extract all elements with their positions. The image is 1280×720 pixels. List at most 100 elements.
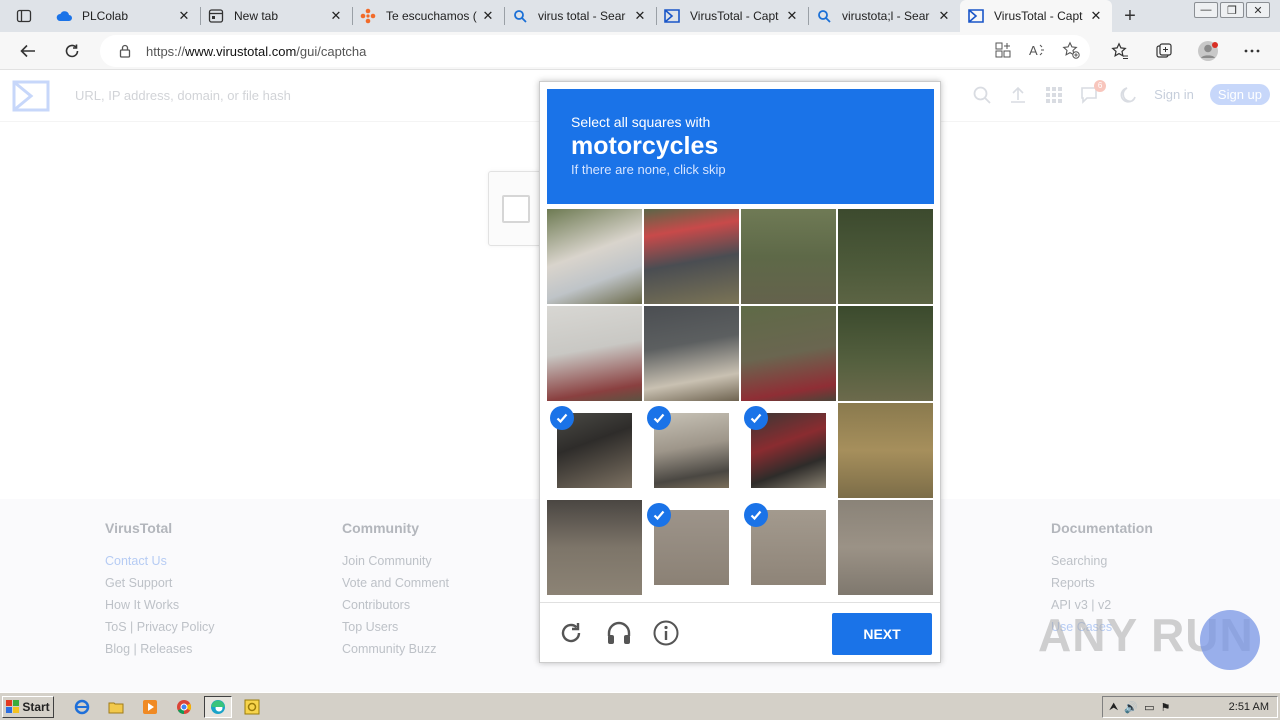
close-tab-icon[interactable]: ✕ [784, 8, 800, 24]
reload-icon [65, 44, 79, 57]
footer-column-community: Community Join Community Vote and Commen… [342, 520, 449, 660]
explorer-folder-icon[interactable] [102, 696, 130, 718]
network-icon[interactable]: ▭ [1144, 701, 1154, 714]
captcha-tile[interactable] [838, 209, 933, 304]
settings-more-button[interactable] [1230, 32, 1274, 70]
start-label: Start [22, 699, 50, 714]
favorites-button[interactable] [1098, 32, 1142, 70]
browser-tab[interactable]: Te escuchamos (✕ [352, 0, 504, 32]
footer-link-contact[interactable]: Contact Us [105, 550, 215, 572]
dark-mode-icon[interactable] [1118, 85, 1138, 105]
footer-link-blog[interactable]: Blog | Releases [105, 638, 215, 660]
audio-challenge-icon[interactable] [605, 619, 633, 647]
captcha-header: Select all squares with motorcycles If t… [547, 89, 934, 204]
window-controls: — ❐ ✕ [1192, 2, 1270, 18]
tray-expand-icon[interactable]: ⮝ [1109, 701, 1118, 714]
captcha-tile[interactable] [741, 306, 836, 401]
back-arrow-icon [20, 44, 35, 57]
quick-launch [68, 695, 266, 718]
browser-tab[interactable]: VirusTotal - Capt ✕ [960, 0, 1112, 32]
reload-button[interactable] [50, 32, 94, 70]
search-icon [512, 8, 528, 24]
captcha-tile[interactable] [644, 403, 739, 498]
collections-button[interactable] [1142, 32, 1186, 70]
footer-link-tos[interactable]: ToS | Privacy Policy [105, 616, 215, 638]
read-aloud-icon[interactable]: A [1028, 41, 1046, 59]
close-tab-icon[interactable]: ✕ [632, 8, 648, 24]
search-icon[interactable] [972, 85, 992, 105]
browser-tab[interactable]: New tab ✕ [200, 0, 352, 32]
captcha-tile[interactable] [644, 306, 739, 401]
virustotal-icon [968, 8, 984, 24]
search-icon [816, 8, 832, 24]
captcha-tile-image [838, 500, 933, 595]
app-available-icon[interactable] [994, 41, 1012, 59]
close-tab-icon[interactable]: ✕ [176, 8, 192, 24]
captcha-tile[interactable] [644, 500, 739, 595]
footer-link-buzz[interactable]: Community Buzz [342, 638, 449, 660]
recaptcha-checkbox[interactable] [502, 195, 530, 223]
sticky-app-icon[interactable] [238, 696, 266, 718]
vt-search-input[interactable]: URL, IP address, domain, or file hash [75, 88, 291, 103]
footer-link-searching[interactable]: Searching [1051, 550, 1153, 572]
upload-icon[interactable] [1008, 85, 1028, 105]
signin-link[interactable]: Sign in [1154, 87, 1194, 102]
captcha-tile[interactable] [741, 403, 836, 498]
info-icon[interactable] [652, 619, 680, 647]
footer-link-how-it-works[interactable]: How It Works [105, 594, 215, 616]
windows-logo-icon [6, 699, 20, 713]
close-tab-icon[interactable]: ✕ [1088, 8, 1104, 24]
signup-button[interactable]: Sign up [1209, 84, 1270, 105]
captcha-tile[interactable] [838, 403, 933, 498]
back-button[interactable] [6, 32, 50, 70]
virustotal-icon [664, 8, 680, 24]
captcha-tile[interactable] [838, 500, 933, 595]
captcha-tile[interactable] [547, 403, 642, 498]
footer-link-contributors[interactable]: Contributors [342, 594, 449, 616]
captcha-hint: If there are none, click skip [571, 162, 726, 177]
add-favorite-icon[interactable] [1062, 41, 1080, 59]
footer-link-reports[interactable]: Reports [1051, 572, 1153, 594]
browser-tab[interactable]: virustota;l - Sear ✕ [808, 0, 960, 32]
footer-link-support[interactable]: Get Support [105, 572, 215, 594]
apps-grid-icon[interactable] [1044, 85, 1064, 105]
tab-strip: PLColab ✕ New tab ✕ Te escuchamos (✕ virus to… [0, 0, 1280, 32]
edge-icon[interactable] [204, 695, 232, 718]
chrome-icon[interactable] [170, 696, 198, 718]
reload-challenge-icon[interactable] [557, 619, 585, 647]
captcha-tile[interactable] [547, 306, 642, 401]
profile-avatar-icon [1198, 41, 1218, 61]
close-tab-icon[interactable]: ✕ [480, 8, 496, 24]
close-window-button[interactable]: ✕ [1246, 2, 1270, 18]
browser-tab[interactable]: VirusTotal - Capt ✕ [656, 0, 808, 32]
footer-link-join[interactable]: Join Community [342, 550, 449, 572]
new-tab-button[interactable]: + [1112, 0, 1148, 32]
minimize-button[interactable]: — [1194, 2, 1218, 18]
close-tab-icon[interactable]: ✕ [328, 8, 344, 24]
collections-icon [1156, 43, 1172, 58]
address-bar[interactable]: https://www.virustotal.com/gui/captcha A [100, 35, 1090, 67]
captcha-tile[interactable] [547, 209, 642, 304]
browser-tab[interactable]: PLColab ✕ [48, 0, 200, 32]
footer-link-vote[interactable]: Vote and Comment [342, 572, 449, 594]
browser-tab[interactable]: virus total - Sear ✕ [504, 0, 656, 32]
virustotal-logo-icon[interactable] [12, 80, 50, 117]
next-button[interactable]: NEXT [832, 613, 932, 655]
close-tab-icon[interactable]: ✕ [936, 8, 952, 24]
tab-actions-button[interactable] [0, 0, 48, 32]
volume-icon[interactable]: 🔊 [1124, 701, 1138, 714]
captcha-tile[interactable] [741, 209, 836, 304]
media-player-icon[interactable] [136, 696, 164, 718]
captcha-tile-image [547, 209, 642, 304]
captcha-tile[interactable] [547, 500, 642, 595]
captcha-tile[interactable] [838, 306, 933, 401]
captcha-tile[interactable] [741, 500, 836, 595]
profile-button[interactable] [1186, 32, 1230, 70]
restore-button[interactable]: ❐ [1220, 2, 1244, 18]
flag-icon[interactable]: ⚑ [1160, 701, 1170, 714]
notifications-button[interactable]: 6 [1080, 79, 1107, 105]
captcha-tile[interactable] [644, 209, 739, 304]
ie-icon[interactable] [68, 696, 96, 718]
start-button[interactable]: Start [2, 695, 54, 718]
footer-link-top-users[interactable]: Top Users [342, 616, 449, 638]
